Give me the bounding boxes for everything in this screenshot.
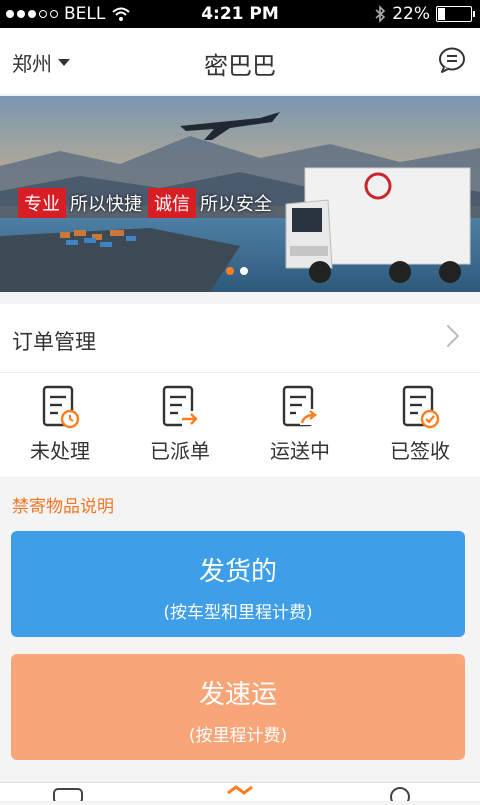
order-management-row[interactable]: 订单管理 — [0, 304, 480, 373]
tab-icons — [53, 785, 410, 805]
ship-goods-subtitle: (按车型和里程计费) — [163, 603, 313, 623]
express-shipping-subtitle: (按里程计费) — [188, 726, 288, 746]
status-bar: BELL 4:21 PM 22% — [0, 0, 480, 28]
status-shipping[interactable]: 运送中 — [240, 373, 360, 477]
prohibited-items-link[interactable]: 禁寄物品说明 — [12, 492, 114, 517]
battery-percent: 22% — [392, 4, 430, 24]
page-title: 密巴巴 — [204, 52, 276, 80]
status-label: 已派单 — [150, 439, 210, 463]
order-pending-icon — [42, 385, 80, 429]
order-received-icon — [402, 385, 440, 429]
order-dispatched-icon — [162, 385, 198, 427]
slogan-tag-1: 专业 — [18, 188, 66, 218]
carousel-dot-active[interactable] — [226, 267, 234, 275]
banner-slogan: 专业 所以快捷 诚信 所以安全 — [18, 188, 278, 218]
ship-goods-button[interactable]: 发货的 (按车型和里程计费) — [11, 531, 465, 637]
status-received[interactable]: 已签收 — [360, 373, 480, 477]
slogan-text-2: 所以安全 — [200, 194, 272, 215]
status-pending[interactable]: 未处理 — [0, 373, 120, 477]
ship-goods-title: 发货的 — [198, 557, 277, 587]
order-management-title: 订单管理 — [12, 330, 96, 354]
battery-icon — [436, 6, 475, 22]
bottom-tab-bar[interactable] — [0, 782, 480, 805]
status-dispatched[interactable]: 已派单 — [120, 373, 240, 477]
status-label: 运送中 — [270, 439, 330, 463]
slogan-text-1: 所以快捷 — [70, 194, 142, 215]
status-label: 未处理 — [30, 439, 90, 463]
chat-bubble-icon[interactable] — [438, 46, 466, 74]
chevron-right-icon — [436, 324, 460, 348]
order-status-grid: 未处理 已派单 运送中 已签收 — [0, 373, 480, 477]
order-shipping-icon — [282, 385, 317, 427]
bluetooth-icon — [375, 5, 386, 23]
carousel-indicator — [226, 267, 248, 275]
top-nav: 郑州 密巴巴 — [0, 28, 480, 94]
express-shipping-button[interactable]: 发速运 (按里程计费) — [11, 654, 465, 760]
carousel-dot[interactable] — [240, 267, 248, 275]
express-shipping-title: 发速运 — [198, 680, 277, 710]
status-label: 已签收 — [390, 439, 450, 463]
slogan-tag-2: 诚信 — [148, 188, 196, 218]
promo-banner[interactable]: 专业 所以快捷 诚信 所以安全 — [0, 96, 480, 292]
